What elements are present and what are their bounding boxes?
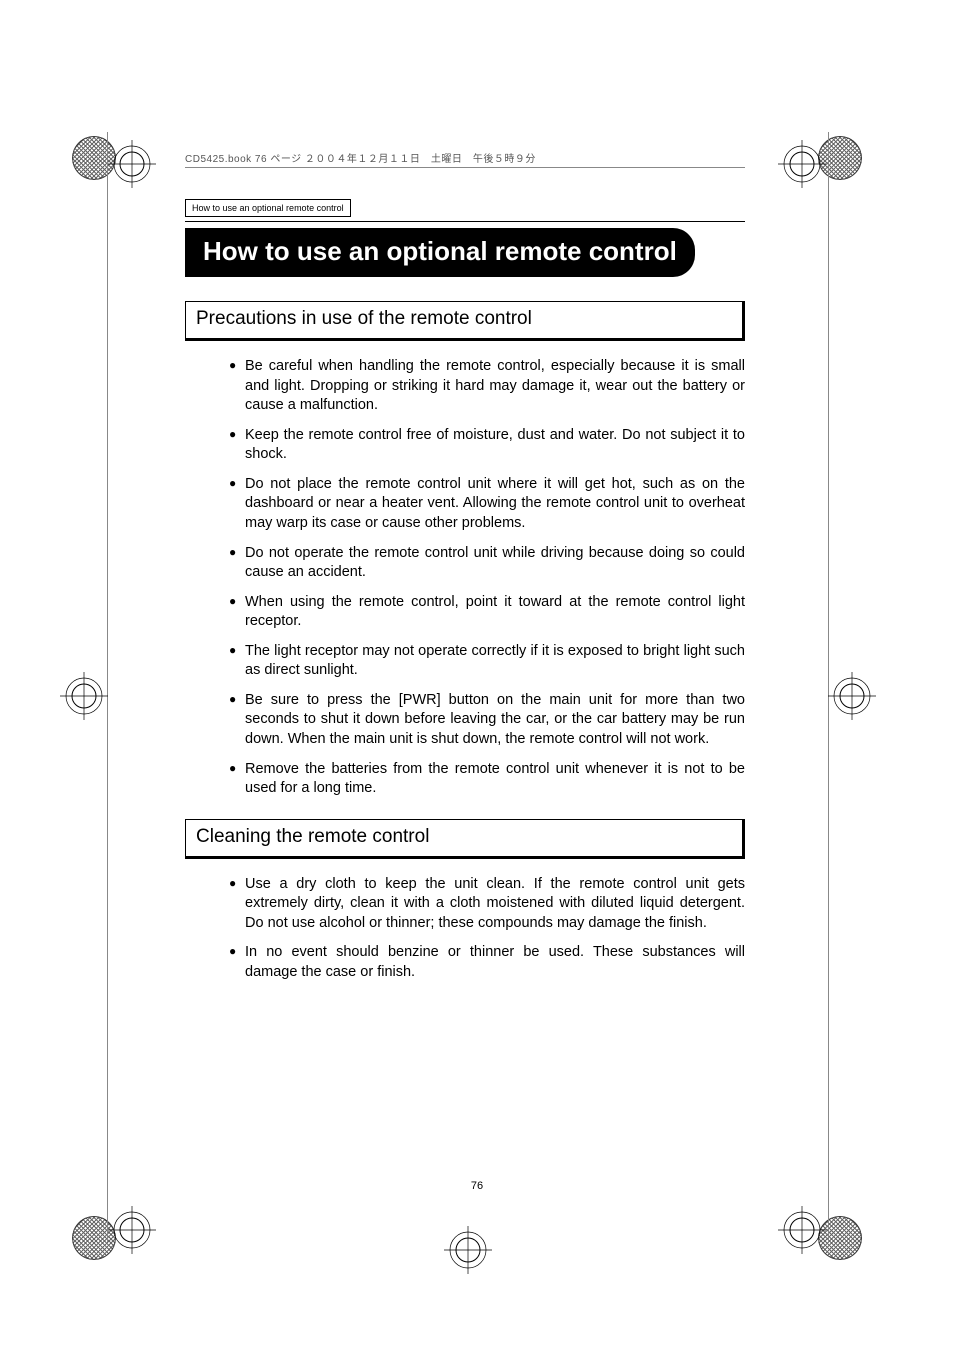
- register-mark-icon: [444, 1226, 492, 1274]
- list-item: Keep the remote control free of moisture…: [245, 426, 745, 465]
- print-header: CD5425.book 76 ページ ２００４年１２月１１日 土曜日 午後５時９…: [185, 150, 745, 168]
- header-rule: [185, 221, 745, 222]
- main-title: How to use an optional remote control: [185, 228, 695, 277]
- register-mark-icon: [108, 140, 156, 188]
- list-item: The light receptor may not operate corre…: [245, 642, 745, 681]
- register-mark-icon: [108, 1206, 156, 1254]
- list-item: Do not operate the remote control unit w…: [245, 544, 745, 583]
- register-mark-icon: [828, 672, 876, 720]
- list-item: Use a dry cloth to keep the unit clean. …: [245, 875, 745, 934]
- section-title-cleaning: Cleaning the remote control: [185, 819, 745, 859]
- running-head: How to use an optional remote control: [185, 199, 351, 217]
- list-item: Be sure to press the [PWR] button on the…: [245, 691, 745, 750]
- register-mark-icon: [60, 672, 108, 720]
- page-number: 76: [0, 1180, 954, 1192]
- precautions-list: Be careful when handling the remote cont…: [185, 357, 745, 799]
- list-item: In no event should benzine or thinner be…: [245, 943, 745, 982]
- section-title-precautions: Precautions in use of the remote control: [185, 301, 745, 341]
- register-mark-icon: [778, 140, 826, 188]
- page-content: CD5425.book 76 ページ ２００４年１２月１１日 土曜日 午後５時９…: [185, 150, 745, 1003]
- list-item: Be careful when handling the remote cont…: [245, 357, 745, 416]
- list-item: When using the remote control, point it …: [245, 593, 745, 632]
- cleaning-list: Use a dry cloth to keep the unit clean. …: [185, 875, 745, 983]
- register-mark-icon: [778, 1206, 826, 1254]
- list-item: Remove the batteries from the remote con…: [245, 760, 745, 799]
- list-item: Do not place the remote control unit whe…: [245, 475, 745, 534]
